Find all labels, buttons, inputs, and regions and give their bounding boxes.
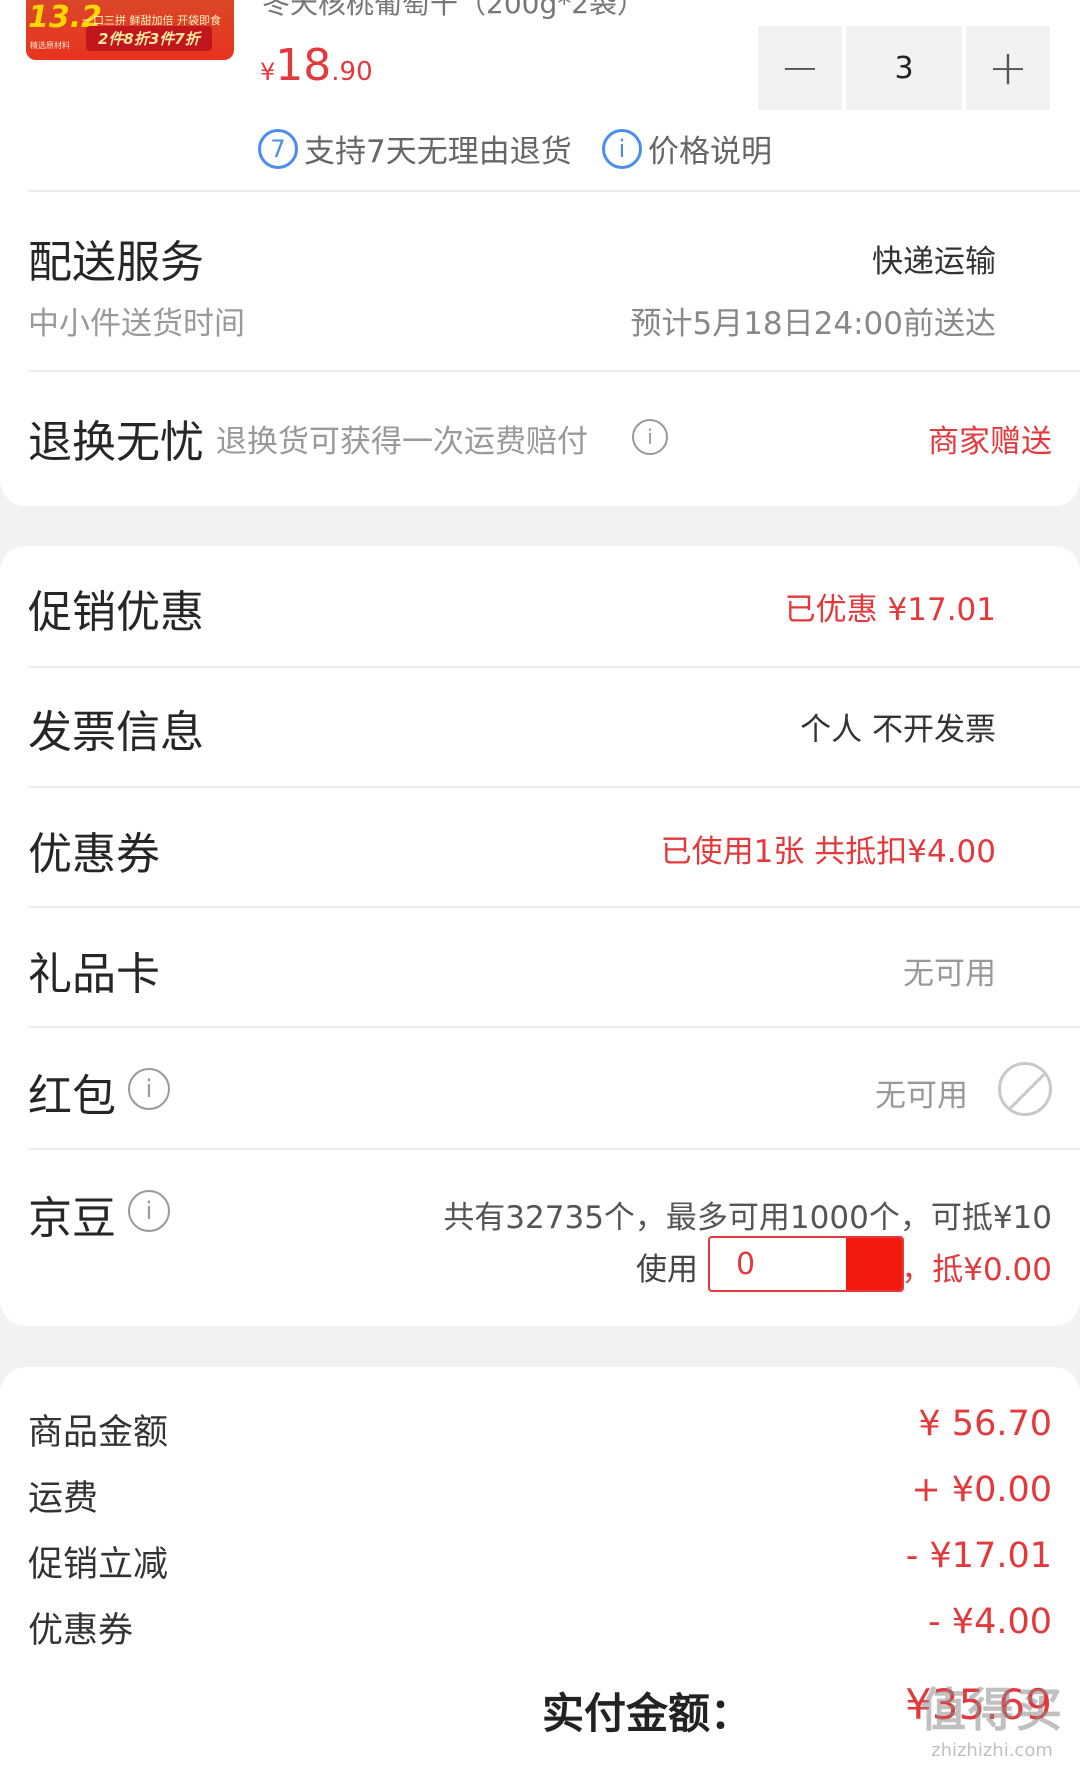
decrease-button[interactable]: − bbox=[758, 26, 842, 110]
return-policy-text: 支持7天无理由退货 bbox=[304, 134, 572, 170]
quantity-stepper: − 3 + bbox=[758, 26, 1054, 110]
coupon-title: 优惠券 bbox=[28, 829, 160, 880]
seven-day-icon: 7 bbox=[258, 128, 298, 169]
summary-label: 促销立减 bbox=[28, 1545, 169, 1585]
price-decimal: .90 bbox=[331, 57, 373, 87]
redpacket-title: 红包 bbox=[28, 1071, 116, 1122]
divider bbox=[28, 1026, 1080, 1028]
info-icon: i bbox=[602, 128, 642, 169]
delivery-eta[interactable]: 预计5月18日24:00前送达 bbox=[630, 298, 996, 343]
divider bbox=[28, 1148, 1080, 1150]
return-worry-title: 退换无忧 bbox=[28, 417, 204, 468]
promo-value[interactable]: 已优惠 ¥17.01 bbox=[785, 584, 996, 629]
summary-label: 商品金额 bbox=[28, 1413, 169, 1453]
price-info-text: 价格说明 bbox=[648, 134, 772, 170]
return-worry-desc: 退换货可获得一次运费赔付 bbox=[216, 424, 588, 460]
product-price: ¥18.90 bbox=[260, 40, 373, 91]
product-thumbnail[interactable]: 13.2 一口三拼 鲜甜加倍 开袋即食 2件8折3件7折 精选原材料 bbox=[26, 0, 234, 60]
disabled-icon bbox=[998, 1062, 1052, 1116]
quantity-value[interactable]: 3 bbox=[846, 26, 962, 110]
price-currency: ¥ bbox=[260, 58, 276, 86]
divider bbox=[28, 370, 1080, 372]
summary-value: ¥ 56.70 bbox=[918, 1404, 1052, 1444]
delivery-title: 配送服务 bbox=[28, 237, 204, 288]
beans-confirm-button[interactable] bbox=[846, 1238, 902, 1290]
info-icon[interactable]: i bbox=[632, 419, 668, 455]
beans-title: 京豆 bbox=[28, 1193, 116, 1244]
product-title[interactable]: 冬天核桃葡萄干（200g*2袋） bbox=[262, 0, 645, 22]
return-worry-value[interactable]: 商家赠送 bbox=[928, 416, 1052, 461]
thumb-note: 精选原材料 bbox=[30, 41, 70, 50]
giftcard-value[interactable]: 无可用 bbox=[903, 948, 996, 993]
beans-amount-input[interactable] bbox=[710, 1238, 846, 1290]
promo-title: 促销优惠 bbox=[28, 587, 204, 638]
invoice-value[interactable]: 个人 不开发票 bbox=[800, 704, 996, 749]
coupon-value[interactable]: 已使用1张 共抵扣¥4.00 bbox=[661, 826, 996, 871]
summary-value: + ¥0.00 bbox=[911, 1470, 1052, 1510]
divider bbox=[28, 190, 1080, 192]
redpacket-value: 无可用 bbox=[875, 1078, 968, 1114]
summary-label: 优惠券 bbox=[28, 1611, 134, 1651]
summary-label: 运费 bbox=[28, 1479, 99, 1519]
price-integer: 18 bbox=[275, 40, 332, 91]
divider bbox=[28, 906, 1080, 908]
beans-use-label: 使用 bbox=[636, 1252, 698, 1288]
giftcard-title: 礼品卡 bbox=[28, 949, 160, 1000]
total-label: 实付金额： bbox=[541, 1689, 752, 1738]
delivery-method[interactable]: 快递运输 bbox=[872, 236, 996, 281]
return-policy-chip[interactable]: 7 支持7天无理由退货 bbox=[258, 126, 572, 171]
divider bbox=[28, 786, 1080, 788]
summary-value: - ¥4.00 bbox=[928, 1602, 1052, 1642]
thumb-discount-banner: 2件8折3件7折 bbox=[86, 26, 212, 51]
info-icon[interactable]: i bbox=[128, 1190, 170, 1232]
info-icon[interactable]: i bbox=[128, 1068, 170, 1110]
beans-summary: 共有32735个，最多可用1000个，可抵¥10 bbox=[443, 1200, 1052, 1236]
increase-button[interactable]: + bbox=[966, 26, 1050, 110]
beans-input-box bbox=[708, 1236, 904, 1292]
watermark-title: 值得买 bbox=[920, 1683, 1064, 1737]
watermark-logo: 值得买 zhizhizhi.com bbox=[920, 1674, 1064, 1761]
summary-value: - ¥17.01 bbox=[905, 1536, 1052, 1576]
divider bbox=[28, 666, 1080, 668]
price-info-chip[interactable]: i 价格说明 bbox=[602, 126, 772, 171]
delivery-time-label: 中小件送货时间 bbox=[28, 306, 245, 342]
beans-deduction: ，抵¥0.00 bbox=[901, 1252, 1052, 1288]
watermark-url: zhizhizhi.com bbox=[931, 1740, 1053, 1761]
invoice-title: 发票信息 bbox=[28, 707, 204, 758]
